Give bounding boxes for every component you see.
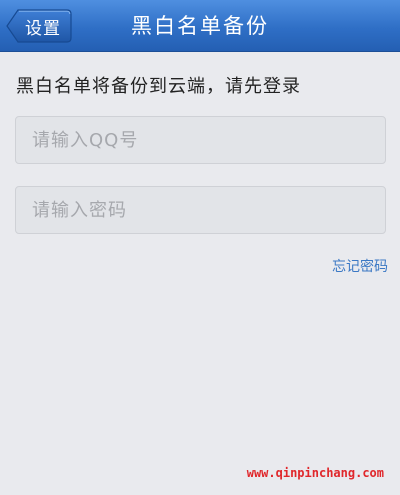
password-input[interactable] [15,186,386,234]
back-button-label: 设置 [25,18,61,39]
watermark: www.qinpinchang.com [246,466,384,480]
qq-number-input[interactable] [15,116,386,164]
login-prompt: 黑白名单将备份到云端，请先登录 [16,76,301,97]
back-button[interactable]: 设置 [6,9,72,43]
forgot-password-link[interactable]: 忘记密码 [332,256,388,276]
navigation-bar: 设置 黑白名单备份 [0,0,400,52]
page-title: 黑白名单备份 [131,14,269,38]
